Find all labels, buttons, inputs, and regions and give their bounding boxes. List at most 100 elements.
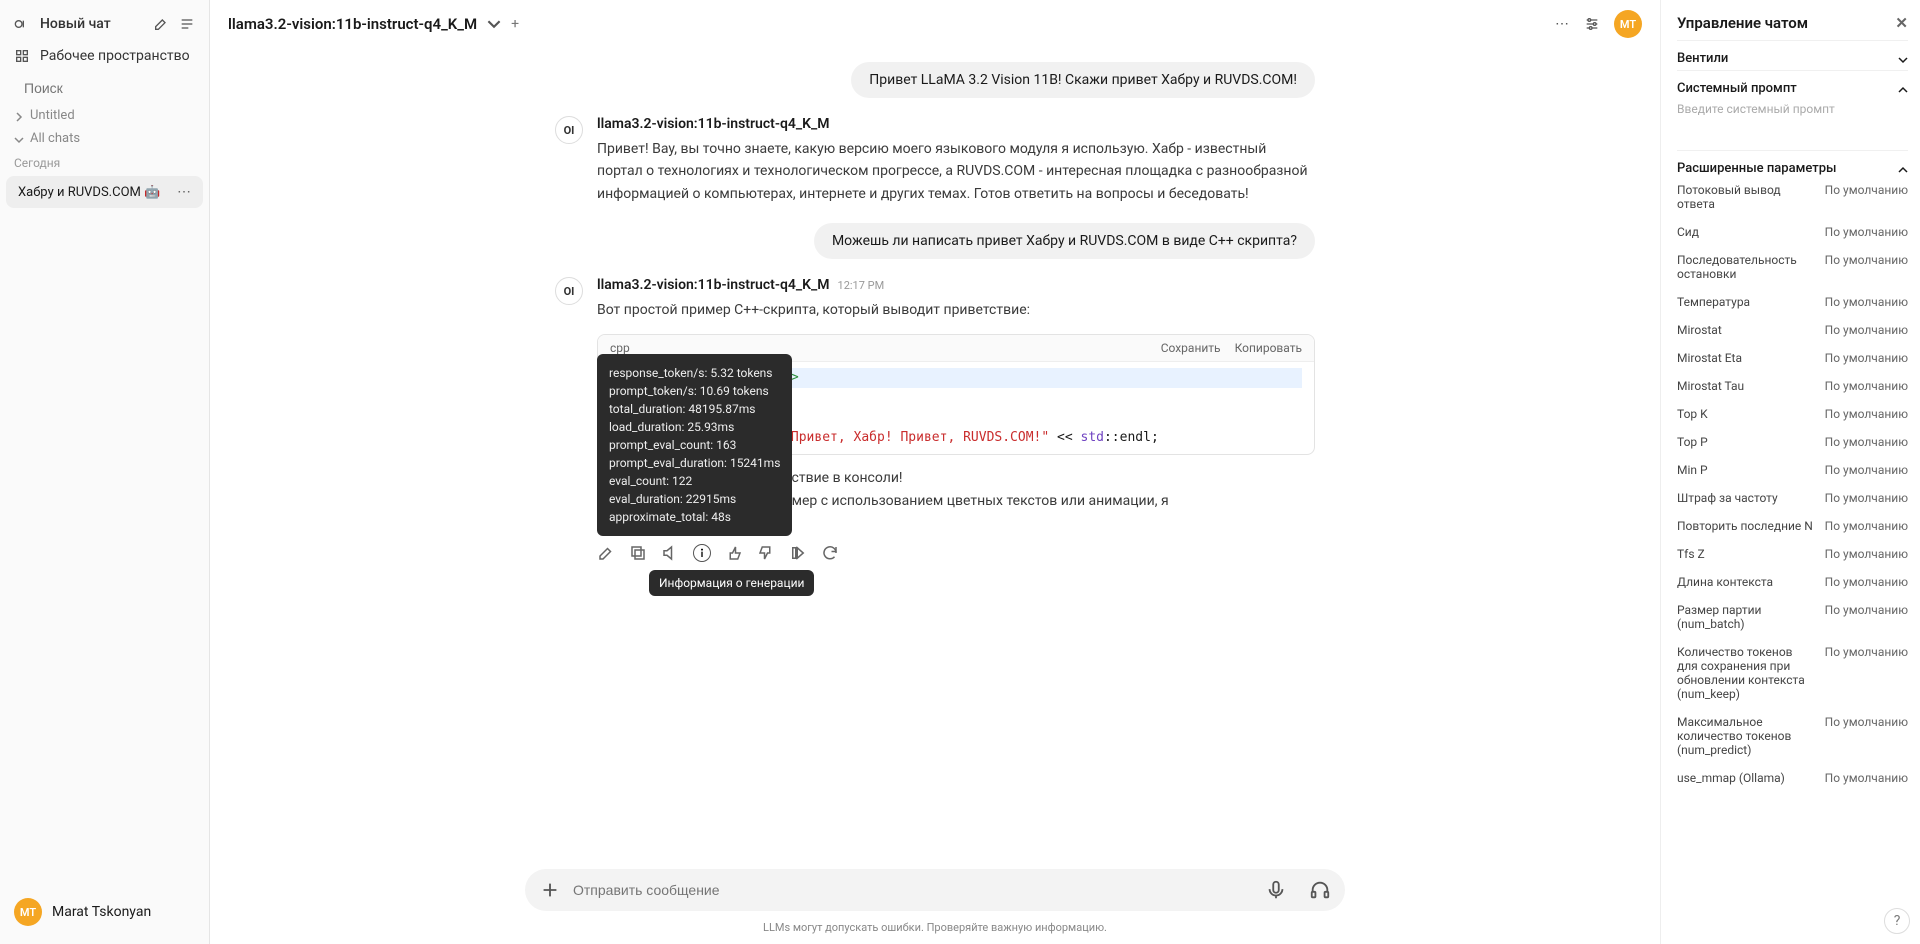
param-value: По умолчанию xyxy=(1825,575,1908,589)
param-row[interactable]: ТемператураПо умолчанию xyxy=(1677,288,1908,316)
param-row[interactable]: Top PПо умолчанию xyxy=(1677,428,1908,456)
chat-list-item[interactable]: Xaбрy и RUVDS.COM 🤖 ⋯ xyxy=(6,176,203,208)
speak-icon[interactable] xyxy=(661,544,679,562)
assistant-message: OI llama3.2-vision:11b-instruct-q4_K_M П… xyxy=(555,116,1315,205)
param-row[interactable]: Максимальное количество токенов (num_pre… xyxy=(1677,708,1908,764)
thumbs-down-icon[interactable] xyxy=(757,544,775,562)
section-advanced[interactable]: Расширенные параметры xyxy=(1677,161,1908,176)
user-message: Привет LLaMA 3.2 Vision 11B! Скажи приве… xyxy=(851,62,1315,98)
avatar[interactable]: MT xyxy=(1614,10,1642,38)
chevron-down-icon xyxy=(14,134,24,144)
info-icon[interactable] xyxy=(693,544,711,562)
continue-icon[interactable] xyxy=(789,544,807,562)
param-value: По умолчанию xyxy=(1825,379,1908,393)
param-value: По умолчанию xyxy=(1825,463,1908,477)
param-row[interactable]: MirostatПо умолчанию xyxy=(1677,316,1908,344)
section-valves[interactable]: Вентили xyxy=(1677,51,1908,66)
more-icon[interactable]: ⋯ xyxy=(1554,16,1570,32)
chevron-right-icon xyxy=(14,111,24,121)
param-row[interactable]: Длина контекстаПо умолчанию xyxy=(1677,568,1908,596)
edit-icon[interactable] xyxy=(153,16,169,32)
more-icon[interactable]: ⋯ xyxy=(177,184,191,200)
section-system-prompt[interactable]: Системный промпт xyxy=(1677,81,1908,96)
user-name: Marat Tskonyan xyxy=(52,904,151,920)
footer-disclaimer: LLMs могут допускать ошибки. Проверяйте … xyxy=(210,915,1660,944)
param-row[interactable]: Mirostat EtaПо умолчанию xyxy=(1677,344,1908,372)
edit-icon[interactable] xyxy=(597,544,615,562)
sidebar-item-label: Untitled xyxy=(30,108,75,123)
param-label: Min P xyxy=(1677,463,1815,477)
param-row[interactable]: Потоковый вывод ответаПо умолчанию xyxy=(1677,176,1908,218)
close-icon[interactable]: ✕ xyxy=(1895,14,1908,32)
param-row[interactable]: Повторить последние NПо умолчанию xyxy=(1677,512,1908,540)
param-row[interactable]: Размер партии (num_batch) По умолчанию xyxy=(1677,596,1908,638)
copy-icon[interactable] xyxy=(629,544,647,562)
thumbs-up-icon[interactable] xyxy=(725,544,743,562)
attach-button[interactable] xyxy=(539,879,561,901)
system-prompt-placeholder[interactable]: Введите системный промпт xyxy=(1677,96,1908,126)
avatar: MT xyxy=(14,898,42,926)
assistant-avatar: OI xyxy=(555,116,583,144)
assistant-message: OI llama3.2-vision:11b-instruct-q4_K_M 1… xyxy=(555,277,1315,562)
code-language: cpp xyxy=(610,341,630,355)
param-label: Штраф за частоту xyxy=(1677,491,1815,505)
help-button[interactable]: ? xyxy=(1884,908,1910,934)
param-label: Последовательность остановки xyxy=(1677,253,1815,281)
collapse-sidebar-icon[interactable] xyxy=(179,16,195,32)
regenerate-icon[interactable] xyxy=(821,544,839,562)
search-input[interactable] xyxy=(24,80,205,96)
assistant-avatar: OI xyxy=(555,277,583,305)
workspace-label: Рабочее пространство xyxy=(40,48,190,64)
param-label: Повторить последние N xyxy=(1677,519,1815,533)
search-row xyxy=(0,72,209,104)
user-footer[interactable]: MT Marat Tskonyan xyxy=(0,888,209,936)
user-message-text: Привет LLaMA 3.2 Vision 11B! Скажи приве… xyxy=(869,72,1297,88)
settings-icon[interactable] xyxy=(1584,16,1600,32)
app-logo-icon xyxy=(14,16,30,32)
add-model-button[interactable]: + xyxy=(511,16,519,32)
param-value: По умолчанию xyxy=(1825,771,1908,785)
param-row[interactable]: Количество токенов для сохранения при об… xyxy=(1677,638,1908,708)
code-save-button[interactable]: Сохранить xyxy=(1161,341,1221,355)
param-row[interactable]: Mirostat TauПо умолчанию xyxy=(1677,372,1908,400)
workspace-row[interactable]: Рабочее пространство xyxy=(0,40,209,72)
message-actions: response_token/s: 5.32 tokens prompt_tok… xyxy=(597,544,1315,562)
param-row[interactable]: СидПо умолчанию xyxy=(1677,218,1908,246)
param-value: По умолчанию xyxy=(1825,547,1908,561)
param-label: use_mmap (Ollama) xyxy=(1677,771,1815,785)
param-value: По умолчанию xyxy=(1825,491,1908,505)
sidebar-item-untitled[interactable]: Untitled xyxy=(0,104,209,127)
headphones-icon[interactable] xyxy=(1309,879,1331,901)
param-row[interactable]: Штраф за частоту По умолчанию xyxy=(1677,484,1908,512)
param-label: Tfs Z xyxy=(1677,547,1815,561)
new-chat-label: Новый чат xyxy=(40,16,111,32)
sidebar-item-all-chats[interactable]: All chats xyxy=(0,127,209,150)
user-message-text: Можешь ли написать привет Хабру и RUVDS.… xyxy=(832,233,1297,249)
mic-icon[interactable] xyxy=(1265,879,1287,901)
code-copy-button[interactable]: Копировать xyxy=(1235,341,1302,355)
param-row[interactable]: Min P По умолчанию xyxy=(1677,456,1908,484)
param-value: По умолчанию xyxy=(1825,183,1908,197)
assistant-text: Вот простой пример С++-скрипта, который … xyxy=(597,299,1315,321)
param-label: Максимальное количество токенов (num_pre… xyxy=(1677,715,1815,757)
model-title[interactable]: llama3.2-vision:11b-instruct-q4_K_M xyxy=(228,15,477,33)
user-message: Можешь ли написать привет Хабру и RUVDS.… xyxy=(814,223,1315,259)
chevron-down-icon[interactable] xyxy=(487,17,501,31)
param-row[interactable]: Tfs Z По умолчанию xyxy=(1677,540,1908,568)
topbar: llama3.2-vision:11b-instruct-q4_K_M + ⋯ … xyxy=(210,0,1660,48)
param-value: По умолчанию xyxy=(1825,323,1908,337)
new-chat-row[interactable]: Новый чат xyxy=(0,8,209,40)
param-value: По умолчанию xyxy=(1825,407,1908,421)
param-label: Размер партии (num_batch) xyxy=(1677,603,1815,631)
assistant-text: Привет! Вау, вы точно знаете, какую верс… xyxy=(597,138,1315,205)
chevron-down-icon xyxy=(1898,54,1908,64)
param-label: Температура xyxy=(1677,295,1815,309)
param-value: По умолчанию xyxy=(1825,253,1908,267)
param-value: По умолчанию xyxy=(1825,603,1908,617)
message-input[interactable] xyxy=(573,882,1253,898)
param-row[interactable]: use_mmap (Ollama) По умолчанию xyxy=(1677,764,1908,792)
param-row[interactable]: Top KПо умолчанию xyxy=(1677,400,1908,428)
param-row[interactable]: Последовательность остановки По умолчанию xyxy=(1677,246,1908,288)
assistant-name: llama3.2-vision:11b-instruct-q4_K_M xyxy=(597,116,830,132)
tooltip-label: Информация о генерации xyxy=(649,570,814,596)
